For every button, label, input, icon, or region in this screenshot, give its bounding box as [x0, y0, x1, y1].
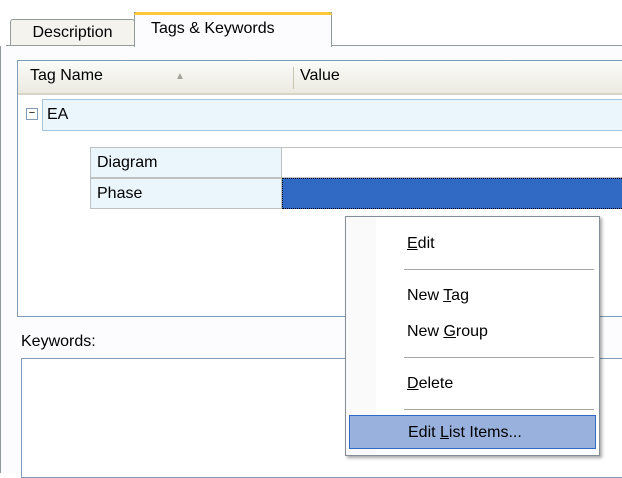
menu-item-accelerator: D [407, 375, 419, 392]
tag-name-cell[interactable]: Diagram [90, 147, 282, 178]
menu-item-delete[interactable]: Delete [349, 367, 596, 401]
column-header-value-label: Value [300, 67, 340, 84]
menu-item-accelerator: G [443, 323, 456, 340]
menu-item-accelerator: T [443, 287, 452, 304]
column-divider[interactable] [293, 67, 294, 89]
menu-item-text: New [407, 287, 444, 304]
column-header-tag-name[interactable]: Tag Name [30, 61, 290, 93]
menu-item-text: ag [451, 287, 469, 304]
column-header-tag-name-label: Tag Name [30, 67, 103, 84]
menu-item-accelerator: E [407, 235, 418, 252]
tag-value-cell[interactable] [282, 147, 622, 178]
grid-header: Tag Name ▲ Value [18, 61, 622, 95]
menu-item-edit-list-items[interactable]: Edit List Items... [349, 415, 596, 449]
menu-item-new-tag[interactable]: New Tag [349, 279, 596, 313]
tag-row-diagram[interactable]: Diagram [90, 147, 622, 178]
menu-item-text: Edit [408, 424, 441, 441]
menu-item-edit[interactable]: Edit [349, 227, 596, 261]
group-label[interactable]: EA [42, 99, 622, 131]
tag-value-cell-selected[interactable] [282, 178, 622, 209]
tag-name-cell[interactable]: Phase [90, 178, 282, 209]
menu-separator [404, 269, 594, 270]
keywords-label: Keywords: [21, 333, 96, 350]
group-row-ea[interactable]: − EA [24, 99, 622, 131]
tab-tags-keywords[interactable]: Tags & Keywords [134, 12, 332, 47]
sort-ascending-icon: ▲ [175, 71, 185, 82]
menu-separator [404, 357, 594, 358]
menu-item-new-group[interactable]: New Group [349, 315, 596, 349]
menu-item-text: ist Items... [448, 424, 522, 441]
tab-strip: Description Tags & Keywords [0, 0, 622, 48]
menu-item-text: New [407, 323, 444, 340]
context-menu: Edit New Tag New Group Delete Edit List … [345, 216, 600, 456]
tag-row-phase[interactable]: Phase [90, 178, 622, 209]
menu-item-accelerator: L [440, 424, 449, 441]
menu-item-text: dit [417, 235, 435, 252]
collapse-icon[interactable]: − [26, 108, 38, 120]
column-header-value[interactable]: Value [300, 61, 600, 93]
menu-separator [404, 409, 594, 410]
menu-item-text: roup [455, 323, 488, 340]
menu-item-text: elete [418, 375, 454, 392]
tab-description[interactable]: Description [10, 19, 135, 46]
